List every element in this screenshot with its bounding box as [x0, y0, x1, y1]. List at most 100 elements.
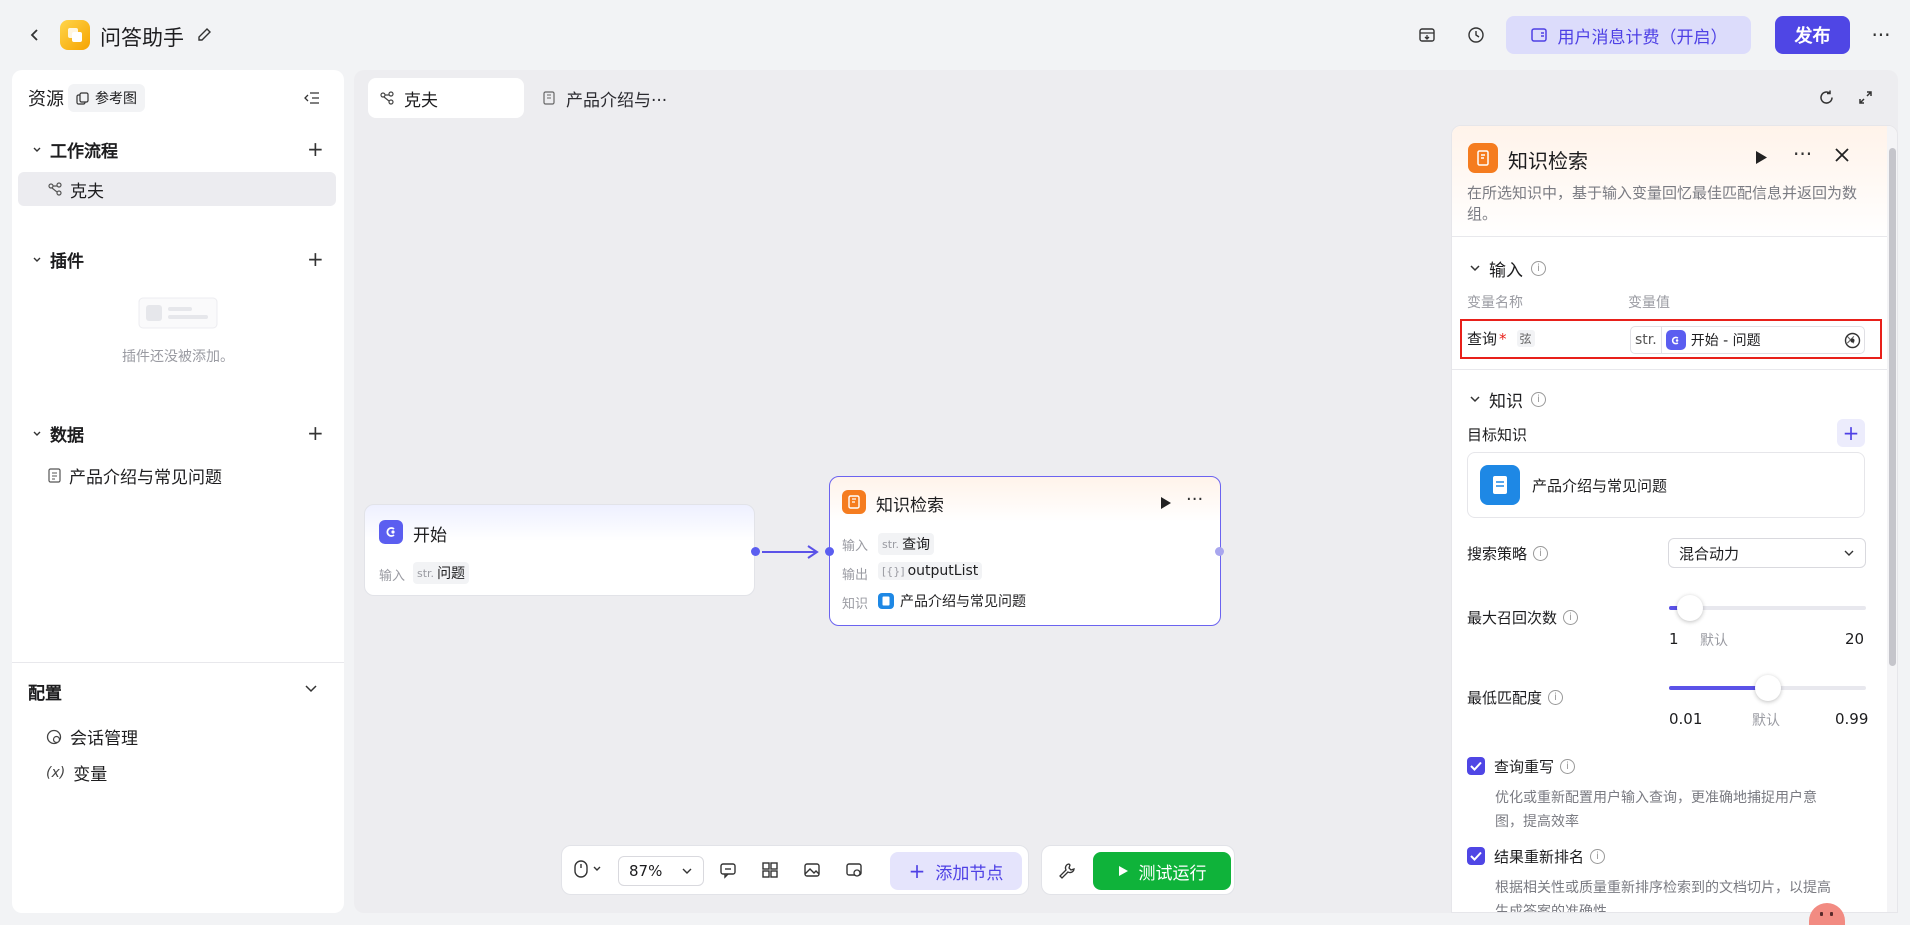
- pointer-mode-button[interactable]: [574, 860, 602, 878]
- add-data-icon[interactable]: +: [307, 423, 324, 443]
- label-text: 最低匹配度: [1467, 689, 1543, 707]
- variable-picker-icon[interactable]: [1844, 332, 1861, 349]
- chevron-down-icon: [1470, 264, 1480, 271]
- info-icon: i: [1548, 690, 1564, 705]
- plugins-section-title[interactable]: 插件: [32, 247, 84, 272]
- image-icon[interactable]: [803, 861, 821, 879]
- query-rewrite-checkbox[interactable]: [1467, 757, 1485, 775]
- layout-icon[interactable]: [761, 861, 779, 879]
- collapse-sidebar-icon[interactable]: [302, 88, 322, 108]
- run-node-icon[interactable]: [1755, 150, 1768, 165]
- variable-icon: (x): [46, 764, 66, 781]
- billing-label: 用户消息计费（开启）: [1557, 27, 1728, 48]
- min-match-label: 最低匹配度 i: [1467, 687, 1564, 708]
- back-icon[interactable]: [24, 24, 46, 46]
- type-label: str.: [882, 537, 900, 551]
- reference-chip[interactable]: 参考图: [68, 84, 145, 112]
- knowledge-card[interactable]: 产品介绍与常见问题: [1467, 452, 1865, 518]
- sidebar-item-workflow[interactable]: 克夫: [18, 172, 336, 206]
- test-run-button[interactable]: 测试运行: [1093, 852, 1231, 890]
- select-value: 混合动力: [1679, 544, 1740, 563]
- more-icon[interactable]: ···: [1870, 23, 1892, 47]
- add-node-button[interactable]: + 添加节点: [890, 852, 1022, 890]
- workflow-section-title[interactable]: 工作流程: [32, 137, 118, 162]
- tag-value: 查询: [902, 537, 931, 553]
- min-match-slider-thumb[interactable]: [1755, 675, 1781, 701]
- sidebar-item-knowledge[interactable]: 产品介绍与常见问题: [48, 463, 222, 488]
- input-section-header[interactable]: 输入 i: [1469, 256, 1546, 281]
- chevron-down-icon: [1844, 550, 1854, 556]
- billing-toggle-button[interactable]: 用户消息计费（开启）: [1506, 16, 1751, 54]
- panel-divider: [1452, 236, 1897, 237]
- slider-default-label: 默认: [1752, 713, 1780, 729]
- sidebar-item-label: 产品介绍与常见问题: [69, 468, 222, 488]
- top-bar: 问答助手 用户消息计费（开启） 发布 ···: [0, 0, 1910, 70]
- edit-icon[interactable]: [194, 25, 214, 45]
- node-more-icon[interactable]: ···: [1186, 489, 1203, 510]
- start-output-port[interactable]: [751, 547, 760, 556]
- edge-arrow: [762, 545, 819, 559]
- label-text: 搜索策略: [1467, 545, 1528, 563]
- comment-icon[interactable]: [719, 861, 737, 879]
- sidebar-item-variables[interactable]: (x) 变量: [46, 760, 107, 786]
- sidebar-divider: [12, 662, 344, 663]
- knowledge-base-icon: [1480, 465, 1520, 505]
- chevron-down-icon: [33, 257, 41, 262]
- add-plugin-icon[interactable]: +: [307, 249, 324, 269]
- wrench-icon[interactable]: [1058, 862, 1076, 880]
- knowledge-output-port[interactable]: [1215, 547, 1224, 556]
- knowledge-section-header[interactable]: 知识 i: [1469, 387, 1546, 412]
- target-knowledge-label: 目标知识: [1467, 426, 1528, 444]
- query-variable-value-input[interactable]: str. 开始 - 问题 ×: [1630, 326, 1865, 354]
- resource-sidebar: 资源 参考图 工作流程 + 克夫 插件 + 插件还没被添加。 数据 + 产品介绍…: [12, 70, 344, 913]
- publish-button[interactable]: 发布: [1775, 16, 1850, 54]
- info-icon: i: [1531, 261, 1546, 276]
- search-strategy-select[interactable]: 混合动力: [1668, 538, 1866, 568]
- history-icon[interactable]: [1465, 24, 1487, 46]
- panel-description: 在所选知识中，基于输入变量回忆最佳匹配信息并返回为数组。: [1467, 184, 1858, 223]
- canvas-toolbar: 87% + 添加节点: [561, 845, 1029, 895]
- tab-workflow[interactable]: 克夫: [368, 78, 524, 118]
- rerank-label: 结果重新排名 i: [1494, 846, 1606, 867]
- minimap-icon[interactable]: [845, 861, 863, 879]
- panel-title: 知识检索: [1508, 149, 1588, 173]
- tab-knowledge[interactable]: 产品介绍与···: [542, 78, 667, 118]
- close-icon[interactable]: [1834, 147, 1850, 163]
- check-icon: [1470, 851, 1482, 861]
- column-header-name: 变量名称: [1467, 295, 1523, 311]
- refresh-icon[interactable]: [1816, 87, 1836, 107]
- chevron-down-icon[interactable]: [304, 684, 318, 694]
- add-workflow-icon[interactable]: +: [307, 139, 324, 159]
- query-rewrite-description: 图，提高效率: [1495, 814, 1579, 830]
- config-section-label: 配置: [28, 684, 62, 704]
- workflow-icon: [48, 182, 62, 196]
- knowledge-node-title: 知识检索: [876, 496, 944, 516]
- query-variable-name: 查询 * 弦: [1467, 328, 1535, 349]
- add-knowledge-button[interactable]: +: [1837, 419, 1865, 447]
- slider-min-label: 1: [1669, 630, 1679, 648]
- panel-scrollbar-thumb[interactable]: [1889, 148, 1896, 666]
- run-node-icon[interactable]: [1160, 496, 1172, 510]
- knowledge-base-icon: [878, 593, 894, 609]
- sidebar-item-conversation[interactable]: 会话管理: [46, 724, 138, 749]
- panel-more-icon[interactable]: ···: [1793, 142, 1812, 166]
- label-text: 最大召回次数: [1467, 609, 1558, 627]
- slider-max-label: 0.99: [1835, 710, 1869, 728]
- knowledge-node-output-tag: [{}] outputList: [878, 562, 983, 580]
- expand-icon[interactable]: [1855, 87, 1875, 107]
- start-node-input-tag: str. 问题: [413, 562, 470, 584]
- zoom-select[interactable]: 87%: [618, 856, 704, 886]
- knowledge-input-port[interactable]: [825, 547, 834, 556]
- start-node[interactable]: 开始 输入 str. 问题: [364, 504, 755, 596]
- archive-icon[interactable]: [1416, 24, 1438, 46]
- start-node-input-label: 输入: [379, 569, 406, 584]
- play-icon: [1118, 866, 1128, 876]
- plus-icon: +: [908, 859, 926, 883]
- rerank-checkbox[interactable]: [1467, 847, 1485, 865]
- max-recall-slider-thumb[interactable]: [1677, 595, 1703, 621]
- data-section-title[interactable]: 数据: [32, 421, 84, 446]
- knowledge-node[interactable]: 知识检索 ··· 输入 str. 查询 输出 [{}] outputList 知…: [829, 476, 1221, 626]
- slider-min-label: 0.01: [1669, 710, 1703, 728]
- knowledge-node-icon: [842, 490, 866, 514]
- config-section-title[interactable]: 配置: [28, 679, 62, 704]
